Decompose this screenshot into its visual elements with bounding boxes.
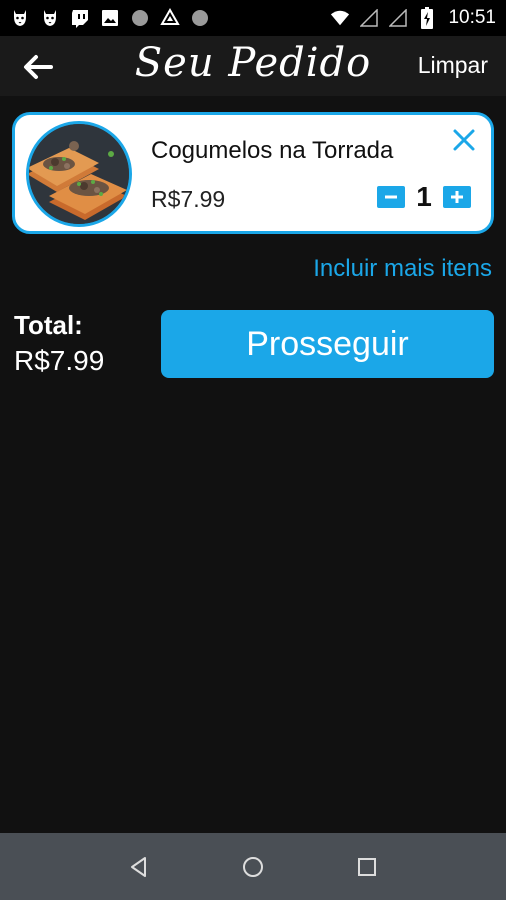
add-more-items-link[interactable]: Incluir mais itens [313,255,492,283]
proceed-button[interactable]: Prosseguir [161,310,494,378]
dog-icon [40,8,60,28]
remove-item-button[interactable] [451,127,477,153]
clear-button[interactable]: Limpar [418,52,488,79]
signal-icon [388,8,408,28]
dog-icon [10,8,30,28]
clock: 10:51 [448,7,496,28]
close-icon [453,129,475,151]
nav-recents-button[interactable] [347,847,387,887]
plus-icon [451,191,463,203]
item-price: R$7.99 [151,186,226,212]
drive-icon [160,8,180,28]
nav-back-button[interactable] [119,847,159,887]
item-thumbnail [26,121,132,227]
home-circle-icon [243,856,263,877]
item-name: Cogumelos na Torrada [151,137,394,164]
order-item-card: Cogumelos na Torrada R$7.99 1 [12,112,494,234]
circle-icon [190,8,210,28]
square-recents-icon [358,857,376,876]
nav-home-button[interactable] [233,847,273,887]
quantity-value: 1 [416,181,432,212]
increase-quantity-button[interactable] [443,186,471,208]
circle-icon [130,8,150,28]
signal-icon [359,8,379,28]
total-label: Total: [14,310,83,340]
battery-icon [417,7,437,29]
minus-icon [385,195,397,199]
triangle-back-icon [131,856,146,877]
wifi-icon [330,8,350,28]
decrease-quantity-button[interactable] [377,186,405,208]
status-bar: 10:51 [0,0,506,36]
back-button[interactable] [18,49,58,85]
arrow-left-icon [24,55,53,79]
quantity-stepper: 1 [377,181,471,213]
total-value: R$7.99 [14,345,105,376]
twitch-icon [70,8,90,28]
system-nav-bar [0,833,506,900]
image-icon [100,8,120,28]
app-bar: Seu Pedido Limpar [0,36,506,96]
